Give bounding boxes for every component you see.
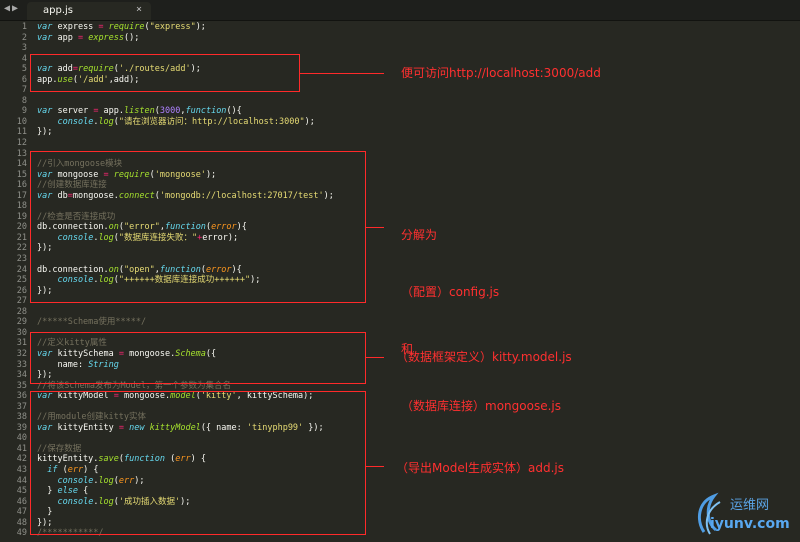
leader-line-model — [366, 466, 384, 467]
line-number: 5 — [21, 64, 27, 75]
line-number: 33 — [16, 359, 27, 370]
highlight-box-database — [30, 151, 366, 303]
tab-app-js[interactable]: app.js × — [27, 2, 151, 20]
line-number: 45 — [16, 486, 27, 497]
line-number: 26 — [16, 285, 27, 296]
code-line[interactable] — [37, 307, 334, 318]
tab-title: app.js — [43, 5, 73, 16]
highlight-box-schema — [30, 332, 366, 384]
code-line[interactable]: var express = require("express"); — [37, 22, 334, 33]
line-number: 11 — [16, 127, 27, 138]
line-number: 49 — [16, 528, 27, 539]
line-number: 21 — [16, 232, 27, 243]
line-number: 34 — [16, 370, 27, 381]
annotation-split: 分解为 （配置）config.js 和 （数据库连接）mongoose.js — [401, 190, 561, 451]
line-number-gutter: 1 2 3 4 5 6 7 8 9 10 11 12 13 14 15 16 17 18 19 20 21 22 23 24 2… — [0, 22, 27, 539]
line-number: 14 — [16, 159, 27, 170]
line-number: 35 — [16, 380, 27, 391]
line-number: 37 — [16, 401, 27, 412]
line-number: 3 — [21, 43, 27, 54]
code-line[interactable]: }); — [37, 127, 334, 138]
watermark: 运维网 iyunv.com — [694, 492, 794, 538]
annotation-schema: （数据框架定义）kitty.model.js — [396, 350, 572, 364]
line-number: 2 — [21, 32, 27, 43]
watermark-domain: iyunv.com — [710, 516, 790, 532]
line-number: 1 — [21, 22, 27, 32]
close-icon[interactable]: × — [136, 4, 142, 15]
line-number: 19 — [16, 211, 27, 222]
line-number: 38 — [16, 412, 27, 423]
line-number: 31 — [16, 338, 27, 349]
annotation-model: （导出Model生成实体）add.js — [396, 461, 565, 475]
line-number: 12 — [16, 138, 27, 149]
annotation-split-line-4: （数据库连接）mongoose.js — [401, 399, 561, 413]
code-line[interactable]: var server = app.listen(3000,function(){ — [37, 106, 334, 117]
nav-forward-button[interactable]: ▶ — [12, 3, 20, 14]
line-number: 22 — [16, 243, 27, 254]
line-number: 27 — [16, 296, 27, 307]
line-number: 39 — [16, 422, 27, 433]
line-number: 15 — [16, 169, 27, 180]
line-number: 47 — [16, 507, 27, 518]
code-line[interactable]: var app = express(); — [37, 33, 334, 44]
line-number: 41 — [16, 443, 27, 454]
line-number: 43 — [16, 464, 27, 475]
watermark-site-name: 运维网 — [730, 498, 770, 513]
line-number: 10 — [16, 116, 27, 127]
annotation-split-line-1: 分解为 — [401, 228, 438, 242]
line-number: 16 — [16, 180, 27, 191]
line-number: 36 — [16, 391, 27, 402]
line-number: 28 — [16, 306, 27, 317]
code-line[interactable]: console.log("请在浏览器访问：http://localhost:30… — [37, 117, 334, 128]
line-number: 23 — [16, 254, 27, 265]
line-number: 4 — [21, 53, 27, 64]
code-line[interactable] — [37, 96, 334, 107]
leader-line-schema — [366, 357, 384, 358]
highlight-box-route — [30, 54, 300, 92]
line-number: 18 — [16, 201, 27, 212]
leader-line-database — [366, 227, 384, 228]
line-number: 46 — [16, 496, 27, 507]
highlight-box-model — [30, 391, 366, 535]
editor-window: ◀▶ app.js × 1 2 3 4 5 6 7 8 9 10 11 12 13 14 15 16 17 18 1… — [0, 0, 800, 542]
annotation-route: 便可访问http://localhost:3000/add — [401, 66, 601, 80]
leader-line-route — [300, 73, 384, 74]
line-number: 7 — [21, 85, 27, 96]
line-number: 29 — [16, 317, 27, 328]
line-number: 30 — [16, 327, 27, 338]
nav-back-button[interactable]: ◀ — [4, 3, 12, 14]
line-number: 44 — [16, 475, 27, 486]
line-number: 32 — [16, 348, 27, 359]
code-line[interactable] — [37, 138, 334, 149]
line-number: 9 — [21, 106, 27, 117]
line-number: 20 — [16, 222, 27, 233]
line-number: 25 — [16, 275, 27, 286]
code-line[interactable] — [37, 43, 334, 54]
tab-bar: ◀▶ app.js × — [0, 0, 800, 21]
code-line[interactable]: /*****Schema使用*****/ — [37, 317, 334, 328]
annotation-split-line-2: （配置）config.js — [401, 285, 500, 299]
line-number: 24 — [16, 264, 27, 275]
line-number: 48 — [16, 517, 27, 528]
line-number: 13 — [16, 148, 27, 159]
line-number: 40 — [16, 433, 27, 444]
line-number: 6 — [21, 74, 27, 85]
line-number: 42 — [16, 454, 27, 465]
tab-navigation: ◀▶ — [4, 3, 20, 14]
line-number: 8 — [21, 95, 27, 106]
line-number: 17 — [16, 190, 27, 201]
